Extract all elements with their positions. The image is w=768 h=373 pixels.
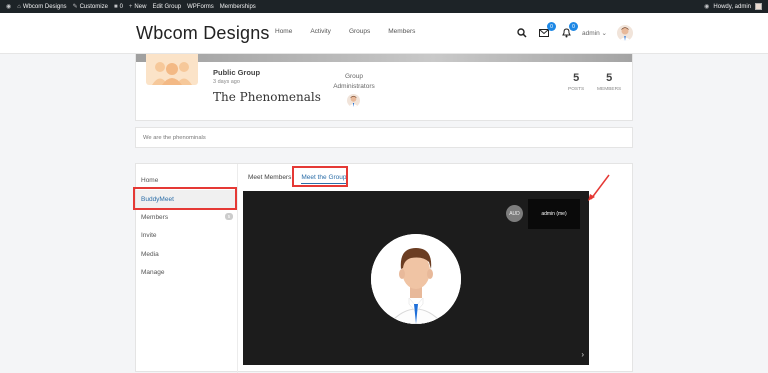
group-admin-avatar[interactable] (347, 94, 360, 107)
admin-bar-avatar[interactable] (755, 3, 762, 10)
admin-bar-comments[interactable]: ■ 0 (114, 4, 123, 10)
user-menu[interactable]: admin ⌄ (582, 29, 607, 37)
admin-bar-new[interactable]: + New (129, 4, 147, 10)
header-icons: 0 0 admin ⌄ (516, 22, 633, 41)
sidebar-item-media[interactable]: Media (136, 245, 236, 263)
site-logo[interactable]: Wbcom Designs (136, 23, 270, 44)
self-video-thumbnail[interactable]: admin (me) (528, 199, 580, 229)
posts-stat: 5 POSTS (568, 72, 585, 92)
home-icon: ⌂ (17, 3, 21, 10)
admin-bar-customize[interactable]: ✎ Customize (72, 3, 108, 11)
howdy-link[interactable]: Howdy, admin (713, 4, 751, 10)
members-stat: 5 MEMBERS (597, 72, 622, 92)
sidebar-item-manage[interactable]: Manage (136, 263, 236, 281)
video-conference[interactable]: AUD admin (me) › (243, 191, 589, 365)
admin-bar-wpforms[interactable]: WPForms (187, 4, 214, 10)
site-header: Wbcom Designs Home Activity Groups Membe… (0, 13, 768, 54)
plus-icon: + (128, 3, 133, 10)
group-type: Public Group (213, 68, 261, 77)
group-time: 3 days ago (213, 79, 240, 85)
annotation-arrow-icon (588, 174, 610, 201)
tab-meet-members[interactable]: Meet Members (248, 174, 291, 184)
sidebar-item-members[interactable]: Members 5 (136, 208, 236, 226)
participant-avatar (371, 234, 461, 324)
audio-only-avatar[interactable]: AUD (506, 205, 523, 222)
nav-members[interactable]: Members (388, 28, 415, 35)
messages-icon[interactable]: 0 (538, 22, 557, 39)
nav-home[interactable]: Home (275, 28, 292, 35)
admin-bar-site[interactable]: ⌂ Wbcom Designs (17, 4, 66, 10)
admin-bar: ◉ ⌂ Wbcom Designs ✎ Customize ■ 0 + New Edit… (0, 0, 768, 13)
highlight-meet-the-group (292, 166, 348, 187)
comment-icon: ■ (113, 3, 118, 10)
sidebar-item-invite[interactable]: Invite (136, 226, 236, 244)
group-name: The Phenomenals (213, 90, 321, 104)
admin-bar-edit-group[interactable]: Edit Group (152, 4, 181, 10)
bell-icon[interactable]: 0 (560, 22, 579, 39)
main-nav: Home Activity Groups Members (275, 28, 415, 35)
highlight-buddymeet (133, 187, 237, 210)
search-icon[interactable]: ◉ (704, 3, 709, 10)
members-count-badge: 5 (225, 213, 233, 220)
chevron-right-icon[interactable]: › (581, 350, 584, 359)
group-avatar[interactable] (146, 54, 198, 85)
messages-badge: 0 (547, 22, 557, 31)
admin-bar-memberships[interactable]: Memberships (220, 4, 256, 10)
group-cover (136, 54, 632, 62)
group-description: We are the phenominals (135, 127, 633, 148)
brush-icon: ✎ (72, 4, 78, 10)
chevron-down-icon: ⌄ (601, 30, 607, 37)
user-avatar[interactable] (617, 25, 633, 41)
wp-logo-icon[interactable]: ◉ (6, 3, 11, 10)
notifications-badge: 0 (569, 22, 579, 31)
group-header: Public Group 3 days ago The Phenomenals … (135, 54, 633, 121)
group-admins-label: Group Administrators (333, 73, 375, 90)
nav-activity[interactable]: Activity (310, 28, 331, 35)
nav-groups[interactable]: Groups (349, 28, 370, 35)
search-icon[interactable] (516, 27, 528, 39)
